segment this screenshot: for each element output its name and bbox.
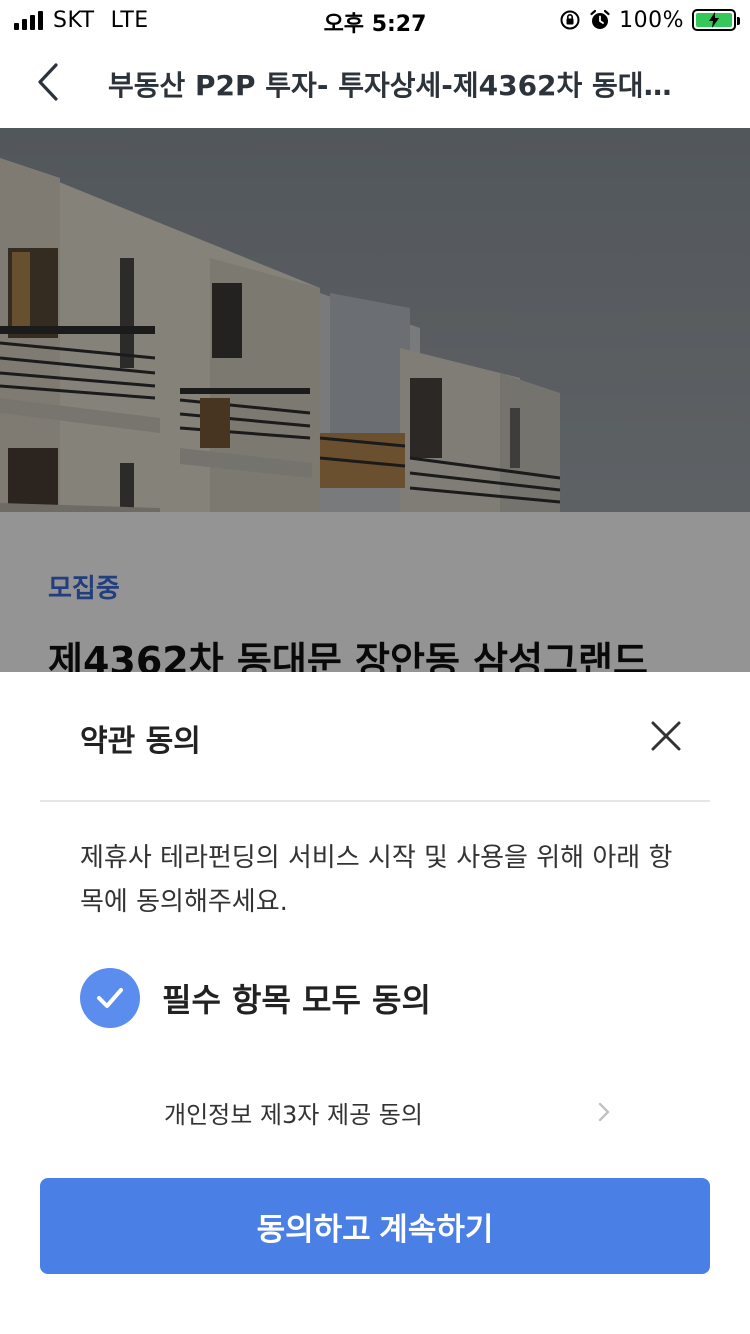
chevron-right-icon: [594, 1100, 614, 1124]
close-button[interactable]: [646, 716, 686, 756]
agree-continue-button[interactable]: 동의하고 계속하기: [40, 1178, 710, 1274]
sheet-title: 약관 동의: [80, 724, 201, 759]
checkmark-icon: [80, 968, 140, 1028]
chevron-left-icon: [38, 63, 58, 101]
agree-all-checkbox[interactable]: 필수 항목 모두 동의: [80, 968, 431, 1028]
agree-all-label: 필수 항목 모두 동의: [162, 981, 431, 1019]
battery-charging-icon: [692, 9, 740, 31]
page-title: 부동산 P2P 투자- 투자상세-제4362차 동대…: [108, 69, 672, 102]
battery-percent: 100%: [619, 7, 684, 33]
nav-bar: 부동산 P2P 투자- 투자상세-제4362차 동대…: [0, 40, 750, 128]
sheet-description: 제휴사 테라펀딩의 서비스 시작 및 사용을 위해 아래 항목에 동의해주세요.: [80, 843, 673, 917]
alarm-icon: [589, 9, 611, 31]
close-icon: [651, 721, 681, 751]
status-bar: SKT LTE 오후 5:27 100%: [0, 0, 750, 40]
back-button[interactable]: [28, 60, 68, 104]
term-item-third-party[interactable]: 개인정보 제3자 제공 동의: [164, 1090, 614, 1134]
terms-agreement-sheet: 약관 동의 제휴사 테라펀딩의 서비스 시작 및 사용을 위해 아래 항목에 동…: [0, 672, 750, 1334]
modal-backdrop[interactable]: [0, 128, 750, 672]
term-label: 개인정보 제3자 제공 동의: [164, 1100, 423, 1129]
orientation-lock-icon: [559, 9, 581, 31]
divider: [40, 800, 710, 802]
agree-continue-label: 동의하고 계속하기: [256, 1211, 494, 1247]
status-right: 100%: [559, 6, 740, 34]
